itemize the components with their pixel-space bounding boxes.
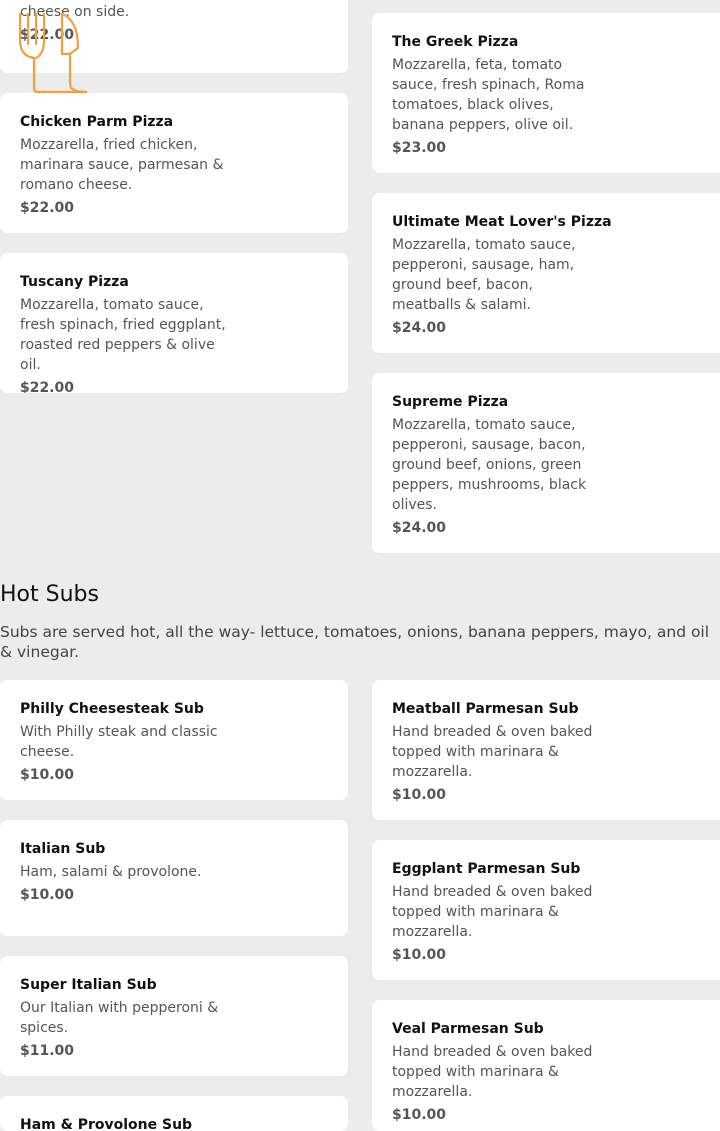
item-name: Veal Parmesan Sub [392,1021,544,1037]
item-price: $10.00 [392,787,447,803]
menu-item-card[interactable]: Chicken Parm Pizza Mozzarella, fried chi… [0,93,348,233]
item-price: $11.00 [20,1043,75,1059]
menu-item-card[interactable]: Meatball Parmesan Sub Hand breaded & ove… [372,680,720,820]
item-name: Tuscany Pizza [20,274,129,290]
item-description: Hand breaded & oven baked topped with ma… [392,1044,593,1100]
item-description: With Philly steak and classic cheese. [20,724,218,760]
item-description: Ham, salami & provolone. [20,864,202,880]
menu-item-card[interactable]: Tuscany Pizza Mozzarella, tomato sauce, … [0,253,348,393]
menu-item-card[interactable]: Philly Cheesesteak Sub With Philly steak… [0,680,348,800]
item-name: Chicken Parm Pizza [20,114,174,130]
item-price: $22.00 [20,200,75,216]
item-description: Mozzarella, tomato sauce, pepperoni, sau… [392,237,576,313]
item-name: Italian Sub [20,841,106,857]
item-description: Mozzarella, tomato sauce, fresh spinach,… [20,297,226,373]
item-price: $10.00 [392,1107,447,1123]
item-description: Mozzarella, fried chicken, marinara sauc… [20,137,224,193]
item-name: Meatball Parmesan Sub [392,701,579,717]
item-name: The Greek Pizza [392,34,519,50]
item-description: Hand breaded & oven baked topped with ma… [392,884,593,940]
item-price: $24.00 [392,520,447,536]
item-price: $10.00 [20,887,75,903]
item-name: Ultimate Meat Lover's Pizza [392,214,612,230]
item-name: Ham & Provolone Sub [20,1117,193,1131]
section-description: Subs are served hot, all the way- lettuc… [0,623,710,661]
fork-knife-icon [18,12,88,94]
item-description: Our Italian with pepperoni & spices. [20,1000,219,1036]
menu-item-card[interactable]: Veal Parmesan Sub Hand breaded & oven ba… [372,1000,720,1131]
item-price: $23.00 [392,140,447,156]
item-name: Supreme Pizza [392,394,509,410]
menu-item-card[interactable]: Ultimate Meat Lover's Pizza Mozzarella, … [372,193,720,353]
item-price: $10.00 [392,947,447,963]
item-description: Mozzarella, feta, tomato sauce, fresh sp… [392,57,585,133]
menu-item-card[interactable]: Supreme Pizza Mozzarella, tomato sauce, … [372,373,720,553]
menu-item-card[interactable]: Italian Sub Ham, salami & provolone. $10… [0,820,348,936]
menu-item-card[interactable]: The Greek Pizza Mozzarella, feta, tomato… [372,13,720,173]
menu-item-card[interactable]: Super Italian Sub Our Italian with peppe… [0,956,348,1076]
item-description: Mozzarella, tomato sauce, pepperoni, sau… [392,417,587,513]
item-name: Eggplant Parmesan Sub [392,861,581,877]
item-price: $24.00 [392,320,447,336]
menu-item-card[interactable]: Eggplant Parmesan Sub Hand breaded & ove… [372,840,720,980]
item-name: Philly Cheesesteak Sub [20,701,204,717]
item-price: $22.00 [20,380,75,393]
section-title: Hot Subs [0,582,99,607]
item-name: Super Italian Sub [20,977,157,993]
item-price: $10.00 [20,767,75,783]
item-description: Hand breaded & oven baked topped with ma… [392,724,593,780]
menu-item-card[interactable]: Ham & Provolone Sub [0,1096,348,1131]
